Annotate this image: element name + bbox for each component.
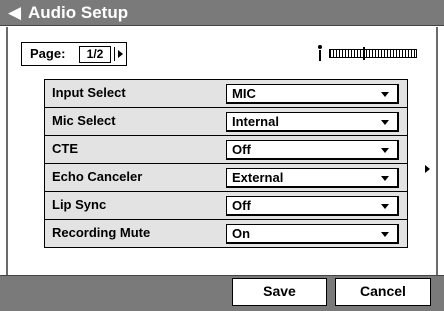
setting-label: Lip Sync [52,196,107,212]
setting-row-cte: CTE Off [45,134,407,163]
level-marker [362,47,365,60]
mic-select-dropdown[interactable]: Internal [226,111,399,132]
chevron-down-icon [381,147,389,153]
page-title: Audio Setup [28,3,129,22]
right-arrow-icon [425,165,430,173]
page-number: 1/2 [79,46,111,63]
input-level-meter [317,45,417,61]
chevron-down-icon [381,175,389,181]
setting-label: CTE [52,140,78,156]
page-label: Page: [30,46,66,61]
microphone-icon [317,45,323,61]
dropdown-value: Off [232,141,251,157]
cte-dropdown[interactable]: Off [226,139,399,160]
right-arrow-icon[interactable] [114,47,125,61]
chevron-down-icon [381,231,389,237]
chevron-down-icon [381,203,389,209]
chevron-down-icon [381,92,389,97]
setting-row-echo-canceler: Echo Canceler External [45,162,407,191]
recording-mute-dropdown[interactable]: On [226,223,399,244]
cancel-button[interactable]: Cancel [335,278,431,306]
settings-list: Input Select MIC Mic Select Internal CTE… [44,79,408,248]
dropdown-value: Internal [232,113,279,129]
setting-label: Input Select [52,85,126,100]
save-button[interactable]: Save [232,278,327,306]
setting-label: Mic Select [52,112,116,128]
lip-sync-dropdown[interactable]: Off [226,195,399,216]
title-bar: ◀ Audio Setup [0,0,444,26]
input-select-dropdown[interactable]: MIC [226,84,399,104]
dropdown-value: External [232,169,284,185]
dropdown-value: Off [232,197,251,213]
echo-canceler-dropdown[interactable]: External [226,167,399,188]
speaker-icon: ◀ [8,3,22,22]
level-bar [329,47,417,60]
chevron-down-icon [381,119,389,125]
page-selector[interactable]: Page: 1/2 [21,42,127,66]
setting-row-mic-select: Mic Select Internal [45,106,407,135]
setting-label: Recording Mute [52,224,151,240]
setting-row-lip-sync: Lip Sync Off [45,190,407,219]
setting-label: Echo Canceler [52,168,143,184]
setting-row-recording-mute: Recording Mute On [45,218,407,247]
dropdown-value: MIC [232,86,256,101]
dropdown-value: On [232,225,251,241]
setting-row-input-select: Input Select MIC [45,80,407,107]
